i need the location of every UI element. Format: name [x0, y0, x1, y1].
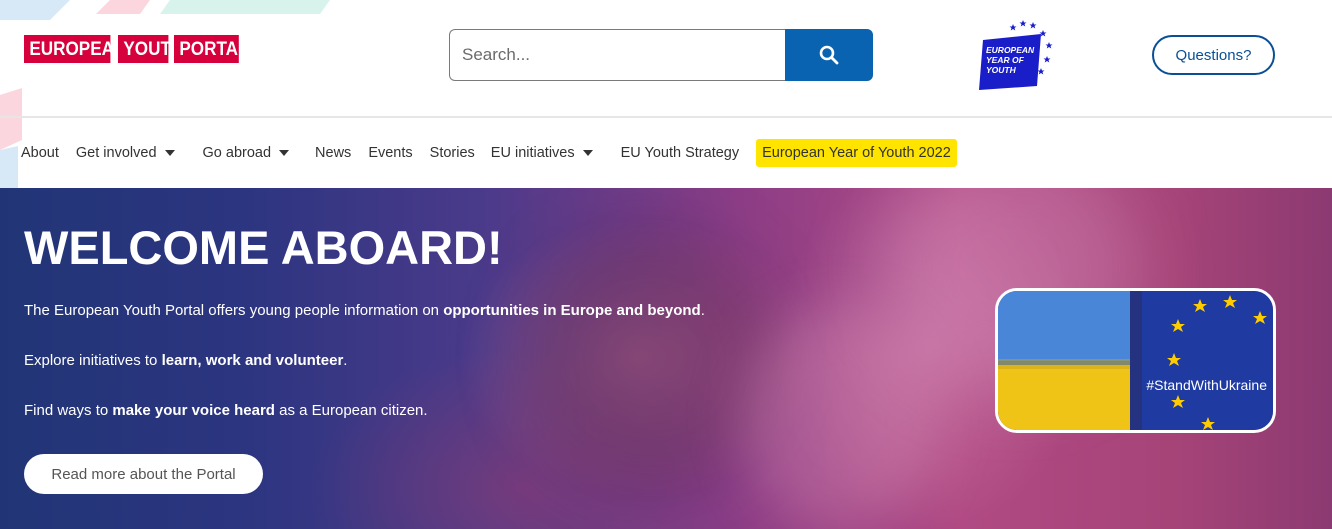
logo-word-youth: YOUTH [118, 35, 183, 63]
search-icon [819, 45, 839, 65]
main-navigation: About Get involved Go abroad News Events… [0, 118, 1332, 188]
hero-paragraph-2: Explore initiatives to learn, work and v… [24, 352, 347, 369]
nav-item-stories[interactable]: Stories [430, 145, 475, 161]
caret-down-icon [279, 150, 290, 156]
hero-banner: WELCOME ABOARD! The European Youth Porta… [0, 188, 1332, 529]
nav-item-news[interactable]: News [315, 145, 351, 161]
nav-item-label: Get involved [75, 145, 157, 161]
badge-line-3: YOUTH [986, 65, 1017, 75]
nav-item-label: EU initiatives [490, 145, 575, 161]
nav-item-label: Events [368, 145, 413, 161]
search-input[interactable] [449, 29, 785, 81]
nav-item-label: About [21, 145, 59, 161]
nav-item-get-involved[interactable]: Get involved [76, 145, 175, 161]
p2-text: Explore initiatives to [24, 352, 162, 369]
nav-item-label-highlighted: European Year of Youth 2022 [756, 139, 957, 167]
read-more-button[interactable]: Read more about the Portal [24, 454, 263, 494]
hero-paragraph-1: The European Youth Portal offers young p… [24, 302, 705, 319]
caret-down-icon [164, 150, 175, 156]
logo-word-portal: PORTAL [174, 35, 248, 63]
p1-bold: opportunities in Europe and beyond [443, 302, 701, 319]
european-year-of-youth-badge[interactable]: EUROPEAN YEAR OF YOUTH [975, 18, 1065, 94]
nav-item-eu-youth-strategy[interactable]: EU Youth Strategy [621, 145, 740, 161]
search-bar [449, 29, 873, 81]
nav-item-go-abroad[interactable]: Go abroad [203, 145, 290, 161]
nav-item-european-year-of-youth-2022[interactable]: European Year of Youth 2022 [756, 139, 957, 167]
nav-item-events[interactable]: Events [368, 145, 412, 161]
site-header: EUROPEAN YOUTH PORTAL EUROPEAN YEAR OF Y… [0, 0, 1332, 116]
nav-item-about[interactable]: About [21, 145, 59, 161]
nav-item-label: EU Youth Strategy [620, 145, 740, 161]
nav-item-label: Go abroad [202, 145, 272, 161]
nav-item-label: News [315, 145, 352, 161]
questions-button[interactable]: Questions? [1152, 35, 1275, 75]
hero-background-photo [520, 228, 780, 488]
european-youth-portal-logo[interactable]: EUROPEAN YOUTH PORTAL [24, 35, 248, 63]
nav-item-label: Stories [429, 145, 475, 161]
p2-bold: learn, work and volunteer [161, 352, 344, 369]
hero-paragraph-3: Find ways to make your voice heard as a … [24, 402, 428, 419]
hero-title: WELCOME ABOARD! [24, 221, 503, 274]
ukraine-eu-flags-image [998, 291, 1273, 430]
p3-end: as a European citizen. [274, 402, 428, 419]
nav-item-eu-initiatives[interactable]: EU initiatives [491, 145, 593, 161]
search-button[interactable] [785, 29, 873, 81]
logo-word-european: EUROPEAN [24, 35, 126, 63]
badge-line-2: YEAR OF [986, 55, 1025, 65]
badge-line-1: EUROPEAN [986, 45, 1035, 55]
stand-with-ukraine-tag: #StandWithUkraine [1146, 377, 1267, 393]
caret-down-icon [582, 150, 593, 156]
p2-end: . [343, 352, 348, 369]
p1-end: . [700, 302, 705, 319]
p1-text: The European Youth Portal offers young p… [24, 302, 444, 319]
stand-with-ukraine-banner[interactable]: #StandWithUkraine [995, 288, 1276, 433]
p3-bold: make your voice heard [112, 402, 275, 419]
p3-text: Find ways to [24, 402, 113, 419]
